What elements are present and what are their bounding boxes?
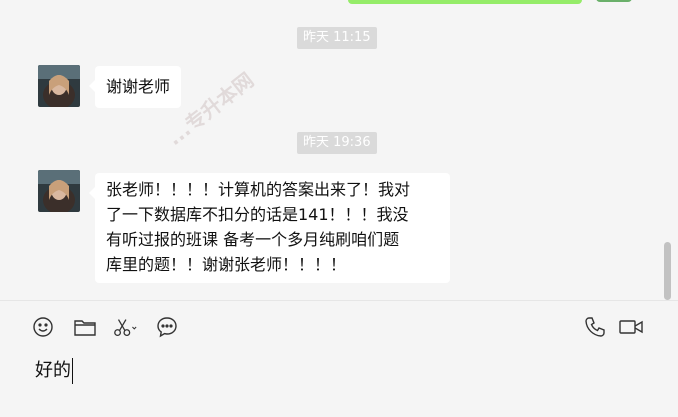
video-icon[interactable] xyxy=(618,315,644,339)
scrollbar-thumb[interactable] xyxy=(664,242,671,300)
scissors-icon[interactable] xyxy=(112,315,138,339)
watermark: ...专升本网 xyxy=(162,67,259,151)
timestamp: 昨天 19:36 xyxy=(297,132,377,154)
emoji-icon[interactable] xyxy=(30,315,56,339)
message-input-area[interactable]: 好的 xyxy=(0,301,678,417)
avatar-partial[interactable] xyxy=(596,0,632,2)
phone-icon[interactable] xyxy=(582,315,608,339)
chat-message-area[interactable]: 昨天 11:15 谢谢老师 昨天 19:36 张老师！！！！计算机的答案出来了！… xyxy=(0,0,678,300)
text-caret xyxy=(72,358,73,384)
avatar[interactable] xyxy=(38,65,80,107)
avatar[interactable] xyxy=(38,170,80,212)
message-input[interactable]: 好的 xyxy=(35,357,73,385)
timestamp: 昨天 11:15 xyxy=(297,27,377,49)
sent-message-bubble-partial[interactable] xyxy=(348,0,582,4)
message-text-line: 有听过报的班课 备考一个多月纯刷咱们题 xyxy=(106,230,400,249)
chat-history-icon[interactable] xyxy=(154,315,180,339)
message-text-line: 库里的题！！谢谢张老师！！！！ xyxy=(106,255,347,274)
folder-icon[interactable] xyxy=(72,315,98,339)
message-text: 谢谢老师 xyxy=(106,77,171,96)
message-text-line: 张老师！！！！计算机的答案出来了！我对 xyxy=(106,180,411,199)
received-message-bubble[interactable]: 谢谢老师 xyxy=(88,66,182,108)
message-text-line: 了一下数据库不扣分的话是141！！！我没 xyxy=(106,205,409,224)
received-message-bubble[interactable]: 张老师！！！！计算机的答案出来了！我对 了一下数据库不扣分的话是141！！！我没… xyxy=(89,173,450,283)
input-value: 好的 xyxy=(35,360,71,381)
